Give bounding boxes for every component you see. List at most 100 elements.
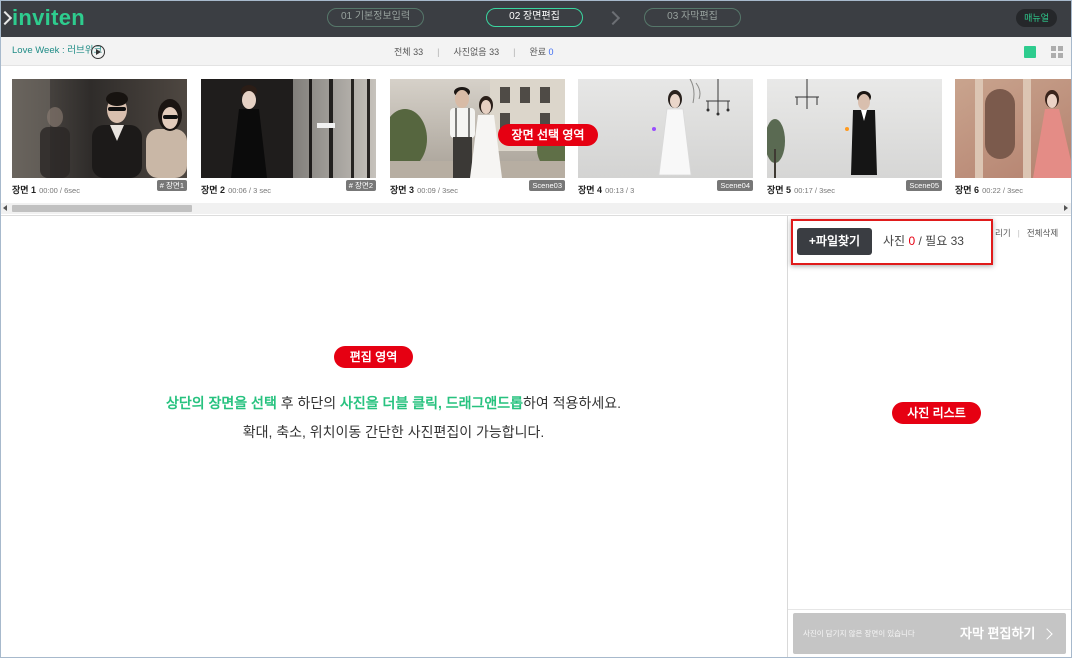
- grid-view-icon[interactable]: [1051, 46, 1063, 58]
- scene-duration: 00:06 / 3 sec: [228, 186, 272, 195]
- scene-tag-badge: Scene03: [529, 180, 565, 191]
- step-subtitle-edit[interactable]: 03 자막편집: [644, 8, 741, 27]
- subtitle-edit-label: 자막 편집하기: [960, 626, 1036, 641]
- photo-list-panel[interactable]: 리기 | 전체삭제 +파일찾기 사진 0 / 필요 33 사진이 담기지 않은 …: [787, 216, 1072, 658]
- scene-duration: 00:17 / 3sec: [794, 186, 835, 195]
- grid-cell: [1058, 53, 1063, 58]
- scene-thumbnail[interactable]: [12, 79, 187, 178]
- scene-caption: 장면 3 00:09 / 3sec Scene03: [390, 180, 565, 195]
- grid-cell: [1051, 46, 1056, 51]
- scene-caption: 장면 2 00:06 / 3 sec # 장면2: [201, 180, 376, 195]
- scene-photo: [578, 79, 753, 178]
- stat-separator: |: [513, 47, 516, 57]
- scene-name: 장면 5: [767, 185, 792, 195]
- stat-separator: |: [437, 47, 440, 57]
- scene-name: 장면 6: [955, 185, 980, 195]
- highlight-frame: +파일찾기 사진 0 / 필요 33: [791, 219, 993, 265]
- missing-photo-notice: 사진이 담기지 않은 장면이 있습니다: [803, 629, 915, 638]
- stat-total-label: 전체: [394, 47, 411, 57]
- scene-tag-badge: Scene04: [717, 180, 753, 191]
- scene-name: 장면 1: [12, 185, 37, 195]
- scene-duration: 00:13 / 3: [605, 186, 635, 195]
- scene-card[interactable]: 장면 1 00:00 / 6sec # 장면1: [12, 79, 187, 195]
- scene-name: 장면 3: [390, 185, 415, 195]
- project-bar: Love Week : 러브위크 전체 33 | 사진없음 33 | 완료 0: [0, 37, 1072, 66]
- instruction-segment: 상단의 장면을 선택: [166, 395, 277, 411]
- scene-thumbnail[interactable]: [955, 79, 1072, 178]
- action-separator: |: [1017, 228, 1020, 238]
- hide-action-link[interactable]: 리기: [995, 227, 1011, 239]
- scene-thumbnail[interactable]: [767, 79, 942, 178]
- instruction-segment: 사진을 더블 클릭, 드래그앤드롭: [340, 395, 524, 411]
- scene-tag-badge: Scene05: [906, 180, 942, 191]
- photo-count: 사진 0 / 필요 33: [883, 228, 964, 255]
- scroll-left-arrow-icon[interactable]: [3, 205, 7, 211]
- edit-area[interactable]: 상단의 장면을 선택 후 하단의 사진을 더블 클릭, 드래그앤드롭하여 적용하…: [0, 216, 787, 658]
- project-title: Love Week : 러브위크: [12, 45, 103, 56]
- scene-name: 장면 4: [578, 185, 603, 195]
- annotation-edit-area: 편집 영역: [334, 346, 413, 368]
- stat-empty-label: 사진없음: [453, 47, 487, 57]
- chevron-right-icon: [1041, 628, 1053, 640]
- required-count-value: 33: [950, 234, 964, 248]
- scene-card[interactable]: 장면 4 00:13 / 3 Scene04: [578, 79, 753, 195]
- app-logo[interactable]: inviten: [12, 6, 85, 30]
- scene-duration: 00:22 / 3sec: [982, 186, 1023, 195]
- scene-thumbnail[interactable]: [578, 79, 753, 178]
- panel-footer: 사진이 담기지 않은 장면이 있습니다 자막 편집하기: [788, 609, 1072, 658]
- find-file-button[interactable]: +파일찾기: [797, 228, 872, 255]
- manual-button[interactable]: 매뉴얼: [1016, 9, 1057, 27]
- delete-all-link[interactable]: 전체삭제: [1027, 227, 1058, 239]
- stat-empty: 사진없음 33: [453, 46, 499, 58]
- single-view-icon[interactable]: [1024, 46, 1036, 58]
- play-circle-icon[interactable]: [91, 45, 105, 59]
- photo-list-actions: 리기 | 전체삭제: [995, 227, 1058, 239]
- stat-total: 전체 33: [394, 46, 423, 58]
- grid-cell: [1051, 53, 1056, 58]
- scene-caption: 장면 5 00:17 / 3sec Scene05: [767, 180, 942, 195]
- scene-caption: 장면 6 00:22 / 3sec: [955, 180, 1072, 195]
- editor-instructions: 상단의 장면을 선택 후 하단의 사진을 더블 클릭, 드래그앤드롭하여 적용하…: [0, 389, 787, 447]
- stat-done: 완료 0: [529, 46, 553, 58]
- scrollbar-thumb[interactable]: [12, 205, 192, 212]
- scene-caption: 장면 1 00:00 / 6sec # 장면1: [12, 180, 187, 195]
- required-count-label: 필요: [925, 234, 948, 248]
- instruction-line-2: 확대, 축소, 위치이동 간단한 사진편집이 가능합니다.: [242, 424, 545, 440]
- subtitle-edit-button[interactable]: 사진이 담기지 않은 장면이 있습니다 자막 편집하기: [793, 613, 1066, 654]
- instruction-line-1: 상단의 장면을 선택 후 하단의 사진을 더블 클릭, 드래그앤드롭하여 적용하…: [0, 389, 787, 418]
- horizontal-scrollbar[interactable]: [0, 203, 1072, 214]
- instruction-segment: 후 하단의: [276, 395, 341, 411]
- scene-card[interactable]: 장면 2 00:06 / 3 sec # 장면2: [201, 79, 376, 195]
- grid-cell: [1058, 46, 1063, 51]
- annotation-scene-area: 장면 선택 영역: [498, 124, 598, 146]
- scene-photo: [12, 79, 187, 178]
- scroll-right-arrow-icon[interactable]: [1064, 205, 1068, 211]
- stat-empty-value: 33: [489, 47, 500, 57]
- stat-total-value: 33: [413, 47, 424, 57]
- instruction-segment: 하여 적용하세요.: [523, 395, 621, 411]
- chevron-right-icon: [0, 10, 13, 26]
- annotation-photo-list: 사진 리스트: [892, 402, 981, 424]
- scene-thumbnail[interactable]: [201, 79, 376, 178]
- scene-card[interactable]: 장면 6 00:22 / 3sec: [955, 79, 1072, 195]
- stat-done-value: 0: [548, 47, 554, 57]
- scene-tag-badge: # 장면1: [156, 180, 187, 191]
- scene-duration: 00:09 / 3sec: [417, 186, 458, 195]
- scene-tag-badge: # 장면2: [345, 180, 376, 191]
- scene-photo: [955, 79, 1072, 178]
- photo-count-value: 0: [908, 234, 916, 248]
- step-basic-info[interactable]: 01 기본정보입력: [327, 8, 424, 27]
- chevron-right-icon: [605, 10, 621, 26]
- top-bar: inviten 01 기본정보입력 02 장면편집 03 자막편집 매뉴얼: [0, 0, 1072, 37]
- scene-photo: [201, 79, 376, 178]
- scene-name: 장면 2: [201, 185, 226, 195]
- photo-count-label: 사진: [883, 234, 906, 248]
- scene-caption: 장면 4 00:13 / 3 Scene04: [578, 180, 753, 195]
- stat-done-label: 완료: [529, 47, 546, 57]
- scene-stats: 전체 33 | 사진없음 33 | 완료 0: [394, 46, 554, 58]
- scene-card[interactable]: 장면 5 00:17 / 3sec Scene05: [767, 79, 942, 195]
- photo-count-separator: /: [918, 234, 922, 248]
- scene-duration: 00:00 / 6sec: [39, 186, 80, 195]
- step-scene-edit[interactable]: 02 장면편집: [486, 8, 583, 27]
- scene-photo: [767, 79, 942, 178]
